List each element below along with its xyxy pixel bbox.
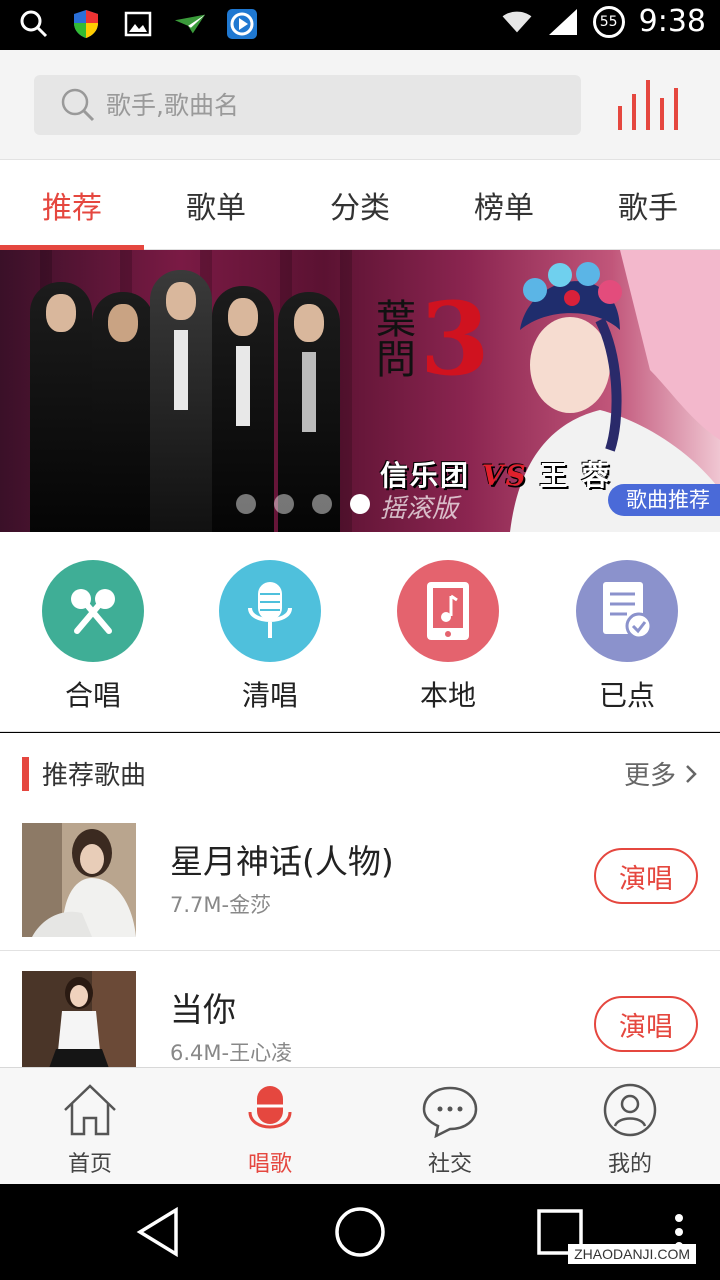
bottom-navigation: 首页 唱歌 社交 我的 [0,1067,720,1184]
banner-subcaption: 摇滚版 [380,494,459,524]
back-icon[interactable] [134,1206,182,1258]
section-accent-bar [22,757,29,791]
page-dot[interactable] [274,494,294,514]
search-header [0,50,720,160]
microphone-icon [219,560,321,662]
song-row[interactable]: 星月神话(人物) 7.7M-金莎 演唱 [0,813,720,953]
video-player-icon [226,8,258,40]
wifi-icon [501,6,533,38]
song-meta: 7.7M-金莎 [170,893,272,917]
watermark: ZHAODANJI.COM [568,1244,696,1264]
song-row[interactable]: 当你 6.4M-王心凌 演唱 [0,961,720,1067]
banner-caption-vs: VS [481,459,528,492]
equalizer-icon [618,80,678,130]
feature-label: 合唱 [64,679,121,712]
search-status-icon [18,8,50,40]
chat-icon [422,1086,478,1139]
section-title: 推荐歌曲 [42,761,147,791]
category-tabs: 推荐 歌单 分类 榜单 歌手 [0,160,720,250]
banner-title: 葉問 [369,298,415,378]
banner-tag[interactable]: 歌曲推荐 [608,484,720,516]
feature-label: 清唱 [241,679,298,712]
image-icon [122,8,154,40]
nav-home[interactable]: 首页 [40,1082,140,1178]
band-member-image [150,270,212,532]
search-bar[interactable] [34,75,581,135]
banner-caption-right: 王 蓉 [539,459,612,492]
more-link[interactable]: 更多 [624,755,698,792]
home-button-icon[interactable] [334,1206,386,1258]
sing-button[interactable]: 演唱 [594,848,698,904]
band-member-image [30,282,92,532]
page-dot[interactable] [236,494,256,514]
music-file-icon [397,560,499,662]
tab-recommend[interactable]: 推荐 [0,160,144,250]
album-cover [22,823,136,937]
nav-profile[interactable]: 我的 [580,1082,680,1178]
more-label: 更多 [623,761,676,791]
nav-social[interactable]: 社交 [400,1082,500,1178]
page-dot[interactable] [312,494,332,514]
karaoke-mics-icon [42,560,144,662]
song-title: 当你 [170,990,236,1029]
search-icon [58,85,98,125]
tab-categories[interactable]: 分类 [288,160,432,250]
banner-title-number: 3 [420,280,490,398]
chevron-right-icon [686,764,697,783]
profile-icon [603,1083,657,1137]
row-divider [0,950,720,951]
banner-pagination [236,494,370,514]
feature-ordered[interactable]: 已点 [572,560,682,714]
page-dot-active[interactable] [350,494,370,514]
nav-label: 我的 [607,1152,652,1177]
mic-icon [248,1086,292,1129]
band-member-image [92,292,154,532]
feature-grid: 合唱 清唱 本地 已点 [0,532,720,732]
album-cover [22,971,136,1067]
system-navigation-bar: ZHAODANJI.COM [0,1184,720,1280]
section-header: 推荐歌曲 更多 [0,733,720,813]
paper-plane-icon [174,8,206,40]
feature-local[interactable]: 本地 [393,560,503,714]
tab-playlists[interactable]: 歌单 [144,160,288,250]
signal-icon [547,6,579,38]
promo-banner[interactable]: 葉問 3 信乐团 VS 王 蓉 摇滚版 歌曲推荐 [0,250,720,532]
tab-singers[interactable]: 歌手 [576,160,720,250]
recommended-songs-section: 推荐歌曲 更多 星月神话(人物) 7.7M-金莎 演唱 当你 6.4M-王心凌 … [0,733,720,1067]
sing-button[interactable]: 演唱 [594,996,698,1052]
home-icon [64,1084,116,1136]
equalizer-button[interactable] [612,80,678,132]
status-bar: 55 9:38 [0,0,720,50]
shield-icon [70,8,102,40]
feature-label: 已点 [598,679,655,712]
nav-sing[interactable]: 唱歌 [220,1082,320,1178]
tab-charts[interactable]: 榜单 [432,160,576,250]
feature-chorus[interactable]: 合唱 [38,560,148,714]
song-title: 星月神话(人物) [170,842,394,881]
nav-label: 首页 [67,1152,112,1177]
song-meta: 6.4M-王心凌 [170,1041,293,1065]
search-input[interactable] [106,90,566,120]
nav-label: 唱歌 [247,1152,292,1177]
nav-label: 社交 [427,1152,472,1177]
status-time: 9:38 [638,4,706,39]
checklist-icon [576,560,678,662]
feature-acapella[interactable]: 清唱 [215,560,325,714]
feature-label: 本地 [419,679,476,712]
battery-badge: 55 [592,5,625,38]
